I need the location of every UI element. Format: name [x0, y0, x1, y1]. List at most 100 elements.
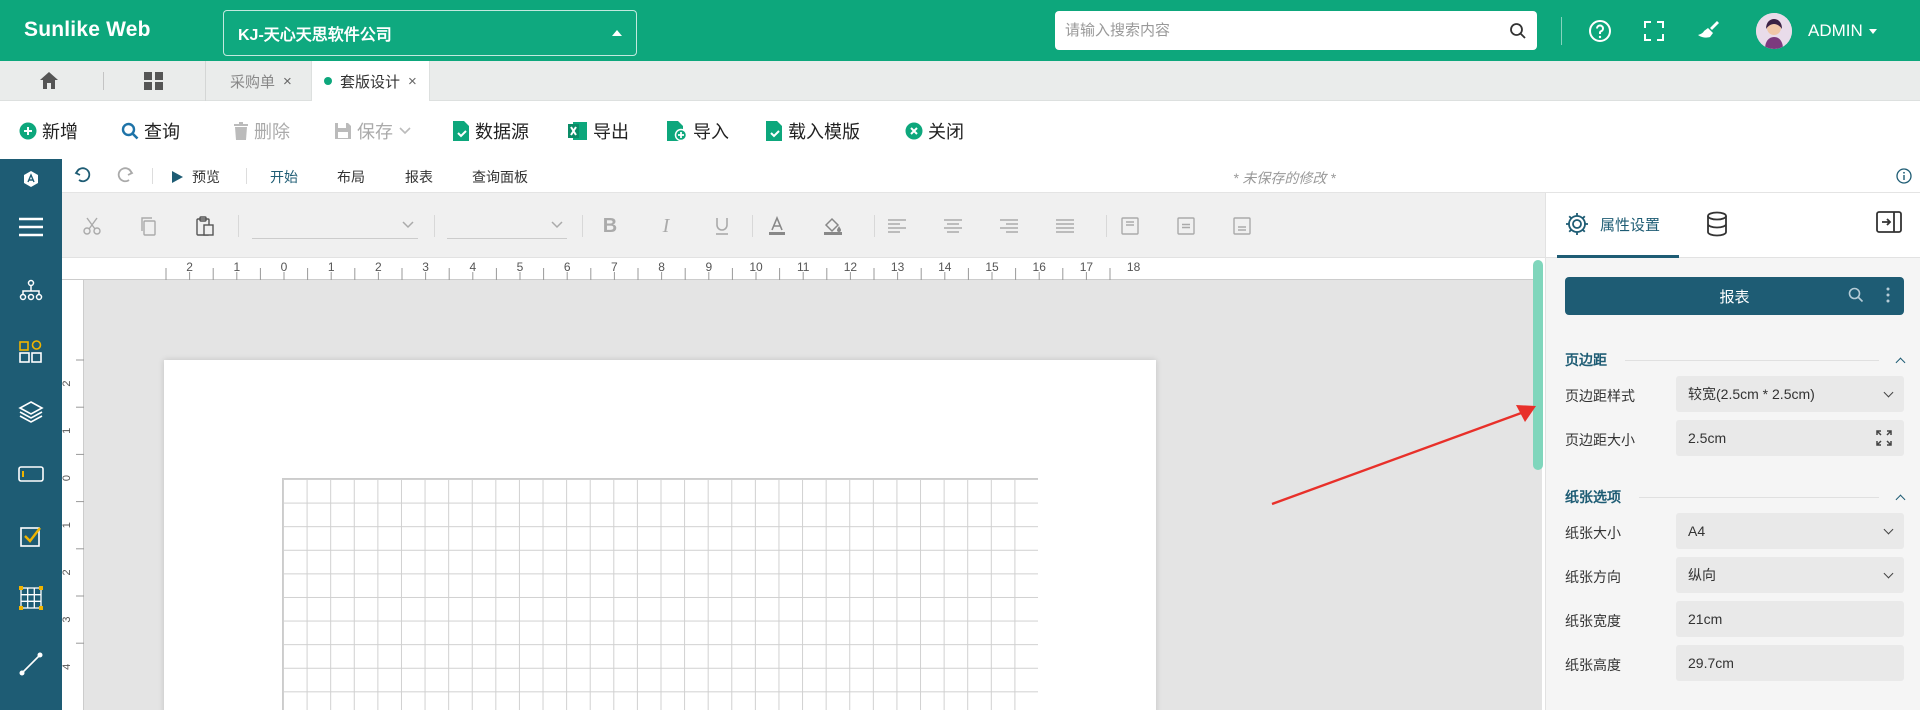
save-button[interactable]: 保存 — [334, 118, 412, 144]
close-icon[interactable]: × — [408, 73, 417, 90]
ruler-label: 13 — [891, 260, 905, 274]
bold-icon[interactable]: B — [599, 215, 621, 237]
ruler-label: 2 — [62, 569, 73, 575]
tab-template-design[interactable]: 套版设计 × — [311, 61, 430, 101]
search-icon[interactable] — [1509, 22, 1527, 40]
brand-logo[interactable]: Sunlike Web — [24, 18, 151, 42]
align-right-icon[interactable] — [998, 215, 1020, 237]
fill-color-icon[interactable] — [822, 215, 844, 237]
delete-button[interactable]: 删除 — [233, 118, 290, 144]
collapse-panel-icon[interactable] — [1876, 211, 1902, 233]
valign-top-icon[interactable] — [1119, 215, 1141, 237]
align-justify-icon[interactable] — [1054, 215, 1076, 237]
search-box[interactable] — [1055, 11, 1537, 50]
checkbox-icon[interactable] — [16, 521, 46, 551]
chevron-down-icon — [1883, 387, 1894, 397]
object-selector-label: 报表 — [1719, 288, 1750, 306]
info-icon[interactable] — [1896, 168, 1912, 187]
query-label: 查询 — [144, 122, 180, 142]
more-vertical-icon[interactable] — [1886, 287, 1890, 303]
paper-size-dropdown[interactable]: A4 — [1676, 513, 1904, 549]
search-input[interactable] — [1065, 22, 1509, 39]
tab-layout[interactable]: 布局 — [337, 167, 365, 187]
line-tool-icon[interactable] — [16, 649, 46, 679]
home-icon[interactable] — [38, 70, 60, 95]
ruler-label: 18 — [1127, 260, 1141, 274]
new-button[interactable]: 新增 — [19, 118, 78, 144]
fullscreen-icon[interactable] — [1640, 17, 1668, 45]
textbox-icon[interactable] — [16, 459, 46, 489]
paper-orientation-dropdown[interactable]: 纵向 — [1676, 557, 1904, 593]
paper-height-field[interactable]: 29.7cm — [1676, 645, 1904, 681]
expand-icon[interactable] — [1876, 430, 1892, 446]
paper-width-field[interactable]: 21cm — [1676, 601, 1904, 637]
menu-icon[interactable] — [16, 212, 46, 242]
cut-icon[interactable] — [81, 215, 103, 237]
apps-grid-icon[interactable] — [143, 71, 165, 94]
tab-query-panel[interactable]: 查询面板 — [472, 167, 528, 187]
tab-datasource[interactable] — [1706, 211, 1728, 237]
underline-icon[interactable] — [711, 215, 733, 237]
new-label: 新增 — [42, 122, 78, 142]
broom-clean-icon[interactable] — [1695, 17, 1723, 45]
valign-bottom-icon[interactable] — [1231, 215, 1253, 237]
chevron-up-icon[interactable] — [1895, 357, 1906, 367]
close-icon[interactable]: × — [283, 73, 292, 90]
font-color-icon[interactable] — [766, 215, 788, 237]
chevron-down-icon — [1883, 524, 1894, 534]
font-family-select[interactable] — [252, 213, 418, 239]
load-template-button[interactable]: 载入模版 — [765, 118, 860, 144]
components-icon[interactable] — [16, 337, 46, 367]
chevron-down-icon — [1883, 568, 1894, 578]
chevron-down-icon[interactable] — [398, 126, 412, 136]
report-page[interactable] — [164, 360, 1156, 710]
ruler-label: 9 — [705, 260, 712, 274]
tab-start[interactable]: 开始 — [270, 167, 298, 196]
preview-button[interactable]: 预览 — [170, 167, 220, 187]
company-selector[interactable]: KJ-天心天思软件公司 — [223, 10, 637, 56]
italic-icon[interactable]: I — [655, 215, 677, 237]
hierarchy-icon[interactable] — [16, 275, 46, 305]
ruler-label: 2 — [375, 260, 382, 274]
table-grid-icon[interactable] — [16, 583, 46, 613]
prop-value: 较宽(2.5cm * 2.5cm) — [1688, 386, 1815, 402]
divider — [874, 215, 875, 237]
layers-icon[interactable] — [16, 397, 46, 427]
margin-style-dropdown[interactable]: 较宽(2.5cm * 2.5cm) — [1676, 376, 1904, 412]
excel-icon — [568, 122, 587, 140]
export-button[interactable]: 导出 — [568, 118, 629, 144]
content-grid[interactable] — [282, 478, 1038, 710]
query-button[interactable]: 查询 — [121, 118, 180, 144]
search-icon[interactable] — [1848, 287, 1864, 303]
section-margins[interactable]: 页边距 — [1565, 350, 1906, 370]
prop-value: A4 — [1688, 523, 1706, 539]
object-selector-button[interactable]: 报表 — [1565, 277, 1904, 315]
user-menu[interactable]: ADMIN — [1808, 21, 1877, 41]
section-paper[interactable]: 纸张选项 — [1565, 487, 1906, 507]
divider — [1106, 215, 1107, 237]
floppy-icon — [335, 123, 351, 139]
align-center-icon[interactable] — [942, 215, 964, 237]
active-tab-indicator — [1557, 255, 1679, 258]
ruler-label: 3 — [422, 260, 429, 274]
tab-purchase-order[interactable]: 采购单 × — [218, 61, 304, 101]
tab-properties[interactable]: 属性设置 — [1564, 211, 1660, 237]
undo-icon[interactable] — [74, 166, 92, 187]
redo-icon[interactable] — [116, 166, 134, 187]
font-size-select[interactable] — [447, 213, 567, 239]
datasource-button[interactable]: 数据源 — [452, 118, 529, 144]
help-icon[interactable] — [1586, 17, 1614, 45]
company-name: KJ-天心天思软件公司 — [238, 27, 392, 44]
margin-size-field[interactable]: 2.5cm — [1676, 420, 1904, 456]
valign-middle-icon[interactable] — [1175, 215, 1197, 237]
user-avatar[interactable] — [1756, 13, 1792, 49]
import-button[interactable]: 导入 — [666, 118, 729, 144]
chevron-up-icon[interactable] — [1895, 494, 1906, 504]
copy-icon[interactable] — [137, 215, 159, 237]
tab-report[interactable]: 报表 — [405, 167, 433, 187]
format-toolbar: B I — [62, 193, 1554, 258]
close-button[interactable]: 关闭 — [905, 118, 964, 144]
chevron-down-icon — [551, 221, 563, 229]
align-left-icon[interactable] — [886, 215, 908, 237]
paste-icon[interactable] — [194, 215, 216, 237]
